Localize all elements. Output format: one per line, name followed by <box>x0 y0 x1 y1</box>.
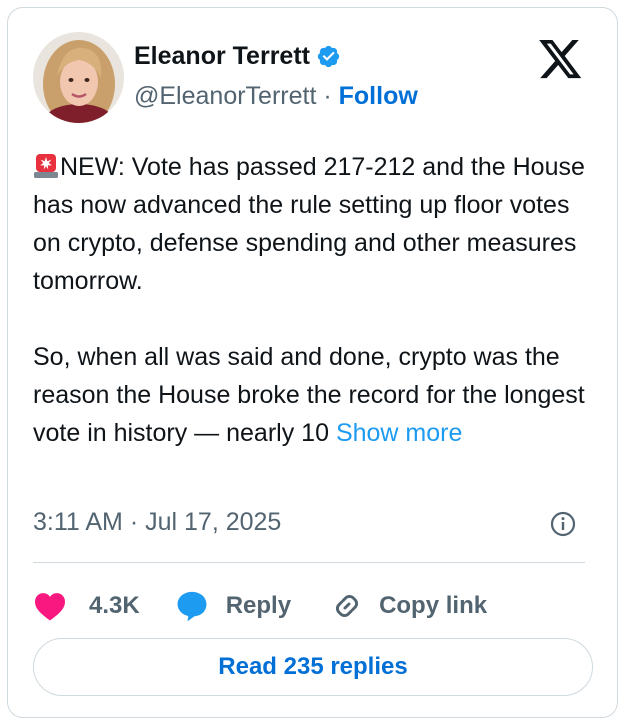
author-name-text[interactable]: Eleanor Terrett <box>134 42 310 71</box>
handle-separator: · <box>323 82 332 110</box>
author-handle-row: @EleanorTerrett · Follow <box>134 82 418 111</box>
rotating-light-icon <box>33 151 59 179</box>
tweet-card: Eleanor Terrett @EleanorTerrett · Follow… <box>7 7 618 718</box>
tweet-text: NEW: Vote has passed 217-212 and the Hou… <box>33 148 593 452</box>
tweet-timestamp[interactable]: 3:11 AM · Jul 17, 2025 <box>33 508 281 537</box>
tweet-paragraph-1-text: NEW: Vote has passed 217-212 and the Hou… <box>33 153 585 295</box>
follow-button[interactable]: Follow <box>339 82 418 110</box>
author-handle[interactable]: @EleanorTerrett <box>134 82 316 110</box>
info-icon[interactable] <box>549 510 577 538</box>
speech-bubble-icon <box>177 591 207 622</box>
tweet-paragraph-2-text: So, when all was said and done, crypto w… <box>33 343 585 447</box>
avatar[interactable] <box>33 32 124 123</box>
x-logo-icon[interactable] <box>539 40 583 80</box>
action-bar: 4.3K Reply Copy link <box>33 586 487 626</box>
tweet-time[interactable]: 3:11 AM <box>33 508 123 536</box>
author-name[interactable]: Eleanor Terrett <box>134 42 341 71</box>
read-replies-button[interactable]: Read 235 replies <box>33 638 593 696</box>
tweet-paragraph-1: NEW: Vote has passed 217-212 and the Hou… <box>33 148 593 300</box>
heart-icon <box>35 593 65 621</box>
link-icon <box>336 595 359 617</box>
verified-badge-icon <box>316 44 341 69</box>
like-count: 4.3K <box>89 592 140 619</box>
read-replies-label: Read 235 replies <box>218 653 408 680</box>
timestamp-separator: · <box>129 508 139 536</box>
copy-link-label: Copy link <box>379 592 488 619</box>
like-button[interactable]: 4.3K <box>33 591 140 621</box>
tweet-paragraph-2: So, when all was said and done, crypto w… <box>33 338 593 452</box>
copy-link-button[interactable]: Copy link <box>331 590 487 622</box>
tweet-date[interactable]: Jul 17, 2025 <box>145 508 281 536</box>
show-more-link[interactable]: Show more <box>336 419 462 447</box>
reply-button[interactable]: Reply <box>174 589 291 623</box>
divider <box>33 562 585 563</box>
reply-label: Reply <box>225 592 292 619</box>
